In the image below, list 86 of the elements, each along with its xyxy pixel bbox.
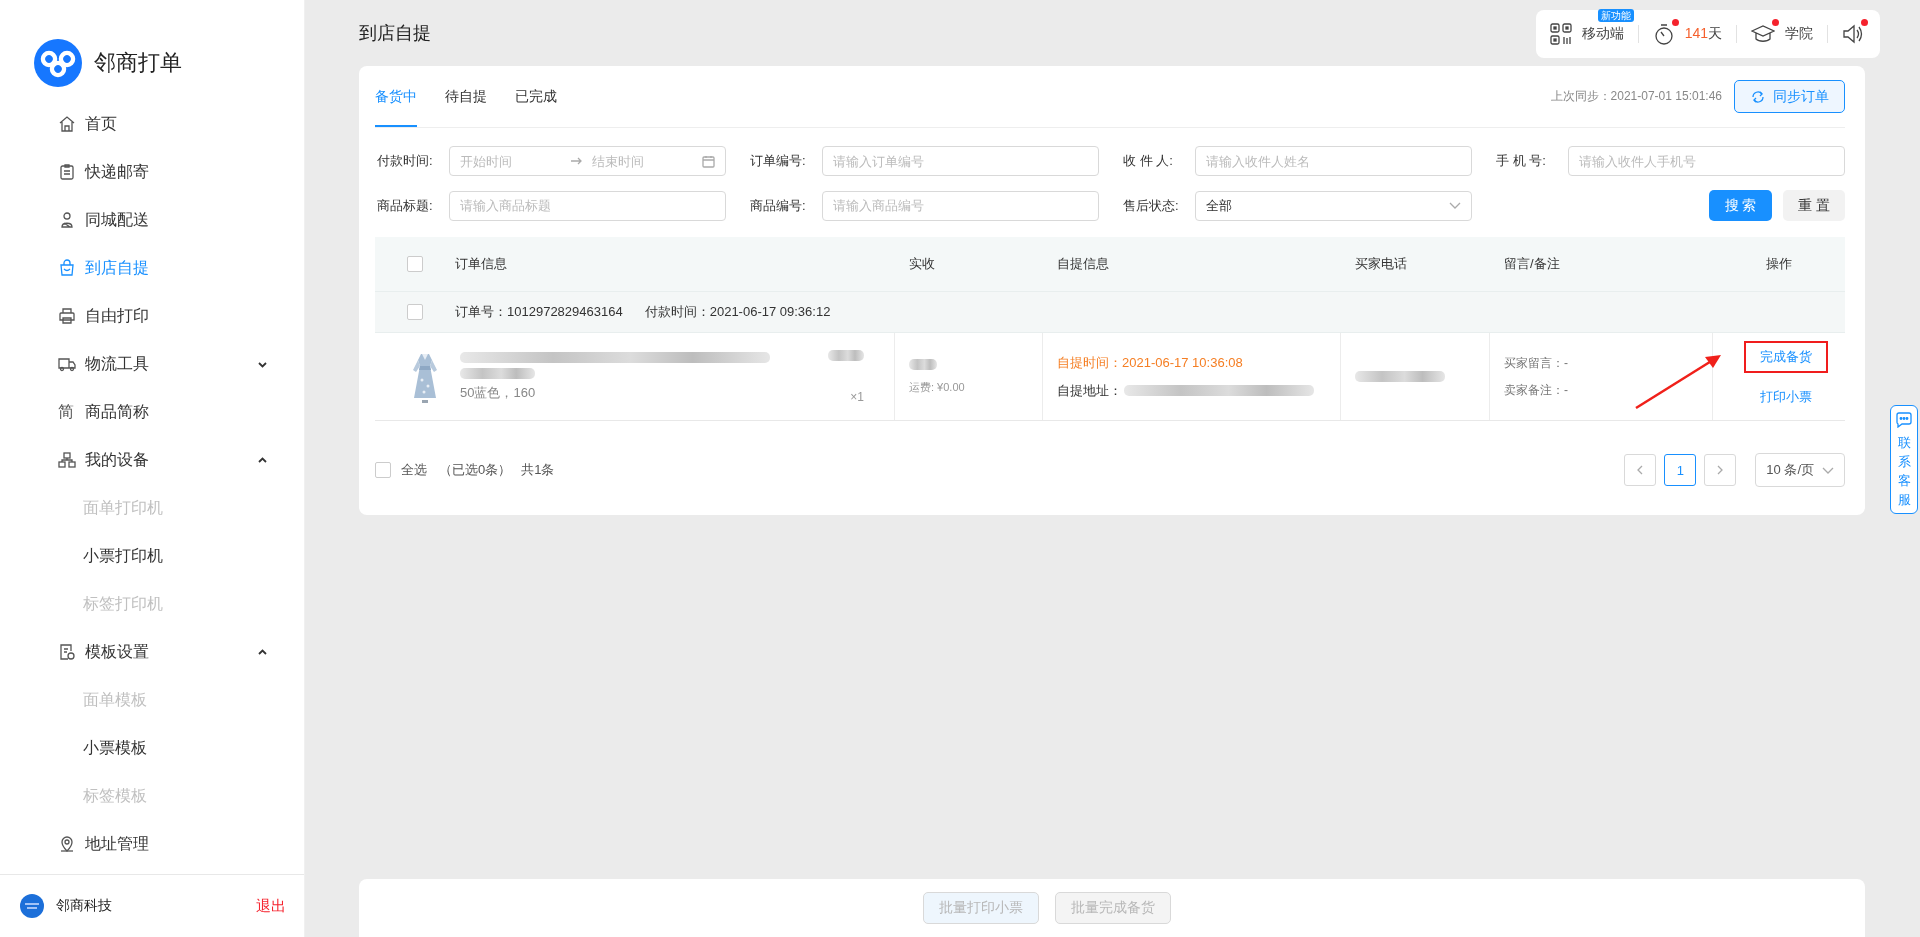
- sidebar-item[interactable]: 我的设备: [0, 436, 304, 484]
- reset-button[interactable]: 重 置: [1783, 190, 1845, 221]
- tab[interactable]: 已完成: [515, 66, 557, 127]
- filter-label: 手 机 号:: [1496, 152, 1547, 170]
- order-number: 订单号：1012972829463164: [455, 303, 623, 321]
- filter-label: 商品编号:: [750, 196, 807, 215]
- filter-label: 收 件 人:: [1123, 152, 1174, 170]
- arrow-right-icon: [570, 156, 582, 166]
- filter-label: 订单编号:: [750, 152, 807, 170]
- sidebar-item[interactable]: 首页: [0, 100, 304, 148]
- input-field[interactable]: 请输入商品标题: [449, 190, 726, 221]
- column-header: 自提信息: [1057, 255, 1109, 273]
- last-sync-time: 上次同步：2021-07-01 15:01:46: [1550, 88, 1722, 105]
- quantity: ×1: [850, 389, 864, 404]
- nav-glyph: 简: [58, 401, 75, 422]
- location-pin-icon: [58, 835, 76, 853]
- pickup-address-label: 自提地址：: [1057, 381, 1122, 400]
- seller-note: 卖家备注：-: [1504, 381, 1568, 399]
- logout-link[interactable]: 退出: [256, 896, 286, 916]
- input-field[interactable]: 请输入商品编号: [822, 190, 1099, 221]
- total-count: 共1条: [521, 461, 555, 479]
- checkbox[interactable]: [407, 256, 423, 272]
- select-all-label: 全选: [401, 461, 427, 479]
- input-field[interactable]: 请输入订单编号: [822, 146, 1099, 176]
- column-header: 买家电话: [1355, 255, 1407, 273]
- next-page-button[interactable]: [1704, 454, 1737, 486]
- sidebar-item[interactable]: 快递邮寄: [0, 148, 304, 196]
- checkbox[interactable]: [375, 462, 391, 478]
- app-name: 邻商打单: [94, 48, 182, 77]
- speaker-icon: [1842, 23, 1864, 45]
- calendar-icon: [702, 154, 715, 168]
- redacted-bar: [909, 358, 937, 370]
- sidebar-subitem[interactable]: 小票打印机: [0, 532, 304, 580]
- home-icon: [58, 115, 76, 133]
- toolbar-label: 学院: [1785, 25, 1813, 41]
- days-unit: 天: [1708, 25, 1722, 41]
- company-avatar-icon: [20, 894, 44, 918]
- page-title: 到店自提: [359, 22, 431, 45]
- sidebar-item[interactable]: 同城配送: [0, 196, 304, 244]
- buyer-message: 买家留言：-: [1504, 354, 1568, 372]
- checkbox[interactable]: [407, 304, 423, 320]
- filter-label: 商品标题:: [377, 196, 434, 215]
- new-feature-badge: 新功能: [1597, 9, 1634, 22]
- sidebar-item[interactable]: 模板设置: [0, 628, 304, 676]
- sidebar-item[interactable]: 简 商品简称: [0, 388, 304, 436]
- filter-label: 付款时间:: [377, 152, 434, 170]
- column-header: 留言/备注: [1504, 255, 1560, 273]
- devices-icon: [58, 451, 76, 469]
- input-field[interactable]: 请输入收件人姓名: [1195, 146, 1472, 176]
- input-field[interactable]: 请输入收件人手机号: [1568, 146, 1845, 176]
- stopwatch-icon: [1652, 23, 1675, 45]
- toolbar-label: 移动端: [1581, 25, 1624, 41]
- sidebar-item[interactable]: 物流工具: [0, 340, 304, 388]
- sidebar-item[interactable]: 自由打印: [0, 292, 304, 340]
- qr-code-icon: [1549, 23, 1572, 45]
- previous-page-button[interactable]: [1624, 454, 1657, 486]
- chevron-left-icon: [1636, 465, 1645, 475]
- chevron-right-icon: [1716, 465, 1725, 475]
- graduation-cap-icon: [1751, 23, 1775, 45]
- page-size-select[interactable]: 10 条/页: [1755, 453, 1845, 487]
- product-spec: 50蓝色，160: [460, 383, 537, 402]
- status-select[interactable]: 全部: [1195, 190, 1472, 221]
- chevron-down-icon: [1449, 202, 1461, 209]
- document-gear-icon: [58, 643, 76, 661]
- column-header: 订单信息: [455, 255, 507, 273]
- truck-icon: [58, 355, 76, 373]
- column-header: 操作: [1766, 255, 1792, 273]
- logo-icon: [34, 38, 82, 87]
- person-icon: [58, 211, 76, 229]
- payment-time: 付款时间：2021-06-17 09:36:12: [644, 303, 831, 321]
- refresh-icon: [1751, 89, 1765, 104]
- chat-bubble-icon: [1895, 412, 1913, 428]
- chevron-down-icon: [1822, 466, 1834, 474]
- selected-count: （已选0条）: [439, 461, 512, 479]
- filter-label: 售后状态:: [1123, 196, 1180, 215]
- printer-icon: [58, 307, 76, 325]
- sidebar-subitem[interactable]: 小票模板: [0, 724, 304, 772]
- redacted-bar: [828, 349, 864, 361]
- column-header: 实收: [909, 255, 935, 273]
- tab[interactable]: 待自提: [445, 66, 487, 127]
- pickup-time: 自提时间：2021-06-17 10:36:08: [1057, 353, 1243, 372]
- company-name: 邻商科技: [56, 897, 113, 915]
- sidebar-item[interactable]: 地址管理: [0, 820, 304, 868]
- clipboard-icon: [58, 163, 76, 181]
- shopping-bag-icon: [58, 259, 76, 277]
- shipping-fee: 运费: ¥0.00: [909, 379, 965, 395]
